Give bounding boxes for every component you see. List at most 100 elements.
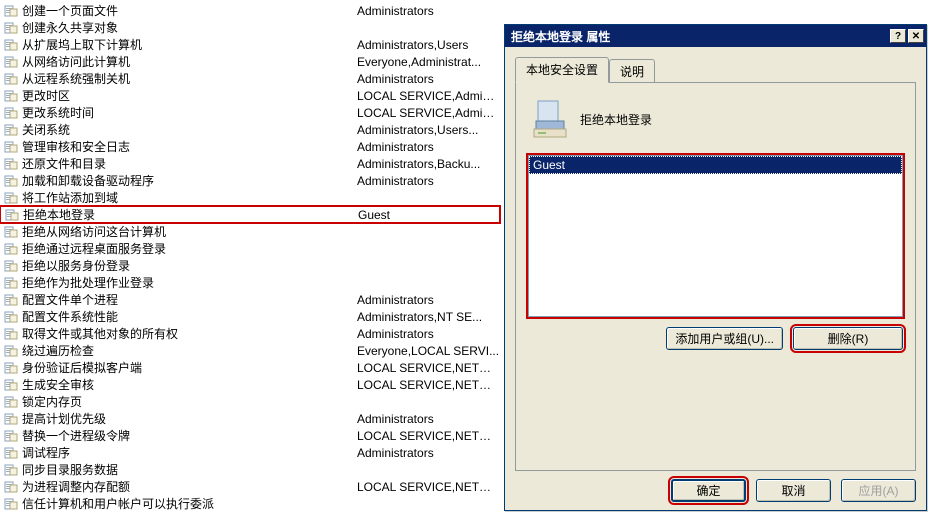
policy-row-value: Administrators bbox=[357, 446, 500, 460]
policy-row-icon bbox=[4, 498, 18, 510]
policy-row-icon bbox=[4, 243, 18, 255]
policy-row-name: 绕过遍历检查 bbox=[22, 342, 357, 359]
policy-row-icon bbox=[4, 430, 18, 442]
policy-row-name: 从网络访问此计算机 bbox=[22, 53, 357, 70]
policy-row-value: LOCAL SERVICE,NETWOR... bbox=[357, 378, 500, 392]
ok-button[interactable]: 确定 bbox=[671, 479, 746, 502]
policy-row-value: LOCAL SERVICE,Admini... bbox=[357, 89, 500, 103]
policy-row[interactable]: 拒绝以服务身份登录 bbox=[0, 257, 500, 274]
policy-row-icon bbox=[4, 107, 18, 119]
policy-row[interactable]: 拒绝从网络访问这台计算机 bbox=[0, 223, 500, 240]
policy-row[interactable]: 创建永久共享对象 bbox=[0, 19, 500, 36]
apply-button[interactable]: 应用(A) bbox=[841, 479, 916, 502]
policy-row[interactable]: 从远程系统强制关机Administrators bbox=[0, 70, 500, 87]
dialog-titlebar[interactable]: 拒绝本地登录 属性 ? ✕ bbox=[505, 25, 926, 47]
help-button[interactable]: ? bbox=[890, 29, 906, 43]
policy-row-name: 将工作站添加到域 bbox=[22, 189, 357, 206]
dialog-title: 拒绝本地登录 属性 bbox=[511, 28, 888, 45]
policy-row-name: 配置文件单个进程 bbox=[22, 291, 357, 308]
policy-row-name: 拒绝通过远程桌面服务登录 bbox=[22, 240, 357, 257]
policy-row-icon bbox=[4, 39, 18, 51]
policy-row[interactable]: 创建一个页面文件Administrators bbox=[0, 2, 500, 19]
policy-row-name: 调试程序 bbox=[22, 444, 357, 461]
policy-row-name: 同步目录服务数据 bbox=[22, 461, 357, 478]
policy-row[interactable]: 拒绝本地登录Guest bbox=[0, 206, 500, 223]
policy-row[interactable]: 从扩展坞上取下计算机Administrators,Users bbox=[0, 36, 500, 53]
policy-row[interactable]: 绕过遍历检查Everyone,LOCAL SERVI... bbox=[0, 342, 500, 359]
policy-row-icon bbox=[4, 226, 18, 238]
policy-row[interactable]: 替换一个进程级令牌LOCAL SERVICE,NETWOR... bbox=[0, 427, 500, 444]
policy-row-name: 生成安全审核 bbox=[22, 376, 357, 393]
policy-row[interactable]: 提高计划优先级Administrators bbox=[0, 410, 500, 427]
policy-row-value: Administrators bbox=[357, 174, 500, 188]
policy-row-icon bbox=[4, 22, 18, 34]
user-list[interactable]: Guest bbox=[528, 155, 903, 317]
policy-row-icon bbox=[4, 447, 18, 459]
policy-row-value: Everyone,Administrat... bbox=[357, 55, 500, 69]
properties-dialog: 拒绝本地登录 属性 ? ✕ 本地安全设置 说明 拒绝本地登录 Guest bbox=[504, 24, 927, 511]
policy-row-value: LOCAL SERVICE,NETWOR... bbox=[357, 480, 500, 494]
tab-explain[interactable]: 说明 bbox=[609, 59, 655, 82]
policy-row[interactable]: 调试程序Administrators bbox=[0, 444, 500, 461]
policy-row-name: 创建一个页面文件 bbox=[22, 2, 357, 19]
policy-row-name: 更改系统时间 bbox=[22, 104, 357, 121]
policy-row[interactable]: 取得文件或其他对象的所有权Administrators bbox=[0, 325, 500, 342]
policy-row-value: Administrators,Users bbox=[357, 38, 500, 52]
policy-row-icon bbox=[4, 345, 18, 357]
policy-row[interactable]: 关闭系统Administrators,Users... bbox=[0, 121, 500, 138]
policy-row-value: Guest bbox=[358, 208, 499, 222]
policy-row-value: Administrators bbox=[357, 293, 500, 307]
policy-row-name: 为进程调整内存配额 bbox=[22, 478, 357, 495]
policy-row-value: Administrators,NT SE... bbox=[357, 310, 500, 324]
policy-row-icon bbox=[5, 209, 19, 221]
policy-row[interactable]: 身份验证后模拟客户端LOCAL SERVICE,NETWOR... bbox=[0, 359, 500, 376]
policy-row[interactable]: 将工作站添加到域 bbox=[0, 189, 500, 206]
policy-row-value: Administrators,Users... bbox=[357, 123, 500, 137]
policy-row-icon bbox=[4, 413, 18, 425]
cancel-button[interactable]: 取消 bbox=[756, 479, 831, 502]
policy-row-icon bbox=[4, 396, 18, 408]
policy-row-name: 拒绝从网络访问这台计算机 bbox=[22, 223, 357, 240]
policy-row-icon bbox=[4, 56, 18, 68]
policy-row[interactable]: 信任计算机和用户帐户可以执行委派 bbox=[0, 495, 500, 512]
policy-row-name: 从扩展坞上取下计算机 bbox=[22, 36, 357, 53]
policy-row-value: Administrators,Backu... bbox=[357, 157, 500, 171]
policy-row-name: 取得文件或其他对象的所有权 bbox=[22, 325, 357, 342]
tab-local-security[interactable]: 本地安全设置 bbox=[515, 57, 609, 83]
add-user-button[interactable]: 添加用户或组(U)... bbox=[666, 327, 783, 350]
delete-button[interactable]: 删除(R) bbox=[793, 327, 903, 350]
policy-row[interactable]: 还原文件和目录Administrators,Backu... bbox=[0, 155, 500, 172]
policy-row-icon bbox=[4, 481, 18, 493]
policy-header-title: 拒绝本地登录 bbox=[580, 111, 652, 128]
policy-row[interactable]: 配置文件单个进程Administrators bbox=[0, 291, 500, 308]
policy-row-name: 拒绝本地登录 bbox=[23, 206, 358, 223]
policy-row[interactable]: 同步目录服务数据 bbox=[0, 461, 500, 478]
close-button[interactable]: ✕ bbox=[908, 29, 924, 43]
policy-row[interactable]: 加载和卸载设备驱动程序Administrators bbox=[0, 172, 500, 189]
policy-row[interactable]: 拒绝作为批处理作业登录 bbox=[0, 274, 500, 291]
policy-row[interactable]: 从网络访问此计算机Everyone,Administrat... bbox=[0, 53, 500, 70]
policy-row-value: Administrators bbox=[357, 412, 500, 426]
policy-row[interactable]: 锁定内存页 bbox=[0, 393, 500, 410]
policy-row-name: 信任计算机和用户帐户可以执行委派 bbox=[22, 495, 357, 512]
policy-row-name: 锁定内存页 bbox=[22, 393, 357, 410]
policy-row-icon bbox=[4, 5, 18, 17]
policy-row[interactable]: 拒绝通过远程桌面服务登录 bbox=[0, 240, 500, 257]
policy-row-name: 管理审核和安全日志 bbox=[22, 138, 357, 155]
policy-row-value: Administrators bbox=[357, 72, 500, 86]
policy-row[interactable]: 更改时区LOCAL SERVICE,Admini... bbox=[0, 87, 500, 104]
policy-row[interactable]: 配置文件系统性能Administrators,NT SE... bbox=[0, 308, 500, 325]
policy-row-name: 还原文件和目录 bbox=[22, 155, 357, 172]
policy-row-icon bbox=[4, 124, 18, 136]
policy-row-name: 关闭系统 bbox=[22, 121, 357, 138]
policy-row[interactable]: 管理审核和安全日志Administrators bbox=[0, 138, 500, 155]
policy-row[interactable]: 更改系统时间LOCAL SERVICE,Admini... bbox=[0, 104, 500, 121]
policy-row-icon bbox=[4, 379, 18, 391]
policy-row-icon bbox=[4, 175, 18, 187]
user-list-item[interactable]: Guest bbox=[529, 156, 902, 174]
policy-row-name: 替换一个进程级令牌 bbox=[22, 427, 357, 444]
policy-row[interactable]: 为进程调整内存配额LOCAL SERVICE,NETWOR... bbox=[0, 478, 500, 495]
policy-row[interactable]: 生成安全审核LOCAL SERVICE,NETWOR... bbox=[0, 376, 500, 393]
policy-row-icon bbox=[4, 158, 18, 170]
policy-list[interactable]: 创建一个页面文件Administrators创建永久共享对象从扩展坞上取下计算机… bbox=[0, 0, 500, 512]
